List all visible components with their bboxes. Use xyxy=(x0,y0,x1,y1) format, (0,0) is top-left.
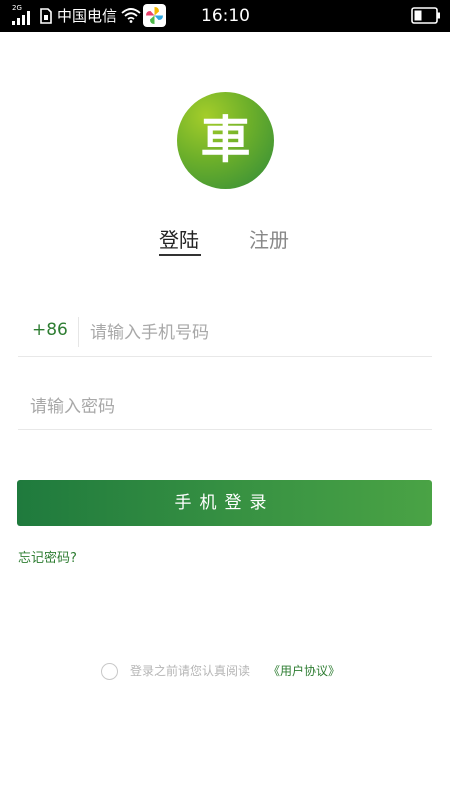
forgot-password-link[interactable]: 忘记密码? xyxy=(18,550,77,568)
divider xyxy=(18,356,432,357)
divider xyxy=(18,429,432,430)
user-agreement-link[interactable]: 《用户协议》 xyxy=(268,663,340,679)
country-code-selector[interactable]: +86 xyxy=(32,318,68,342)
agreement-radio[interactable] xyxy=(101,663,118,680)
carrier-label: 中国电信 xyxy=(57,7,118,25)
tab-login[interactable]: 登陆 xyxy=(159,226,199,254)
divider xyxy=(78,317,79,347)
active-tab-indicator xyxy=(159,254,201,256)
phone-number-input[interactable] xyxy=(90,318,420,348)
clock-time: 16:10 xyxy=(201,6,250,26)
phone-login-button[interactable]: 手机登录 xyxy=(17,480,432,526)
password-input[interactable] xyxy=(30,392,430,422)
signal-icon xyxy=(12,10,34,29)
tab-register[interactable]: 注册 xyxy=(249,226,289,254)
sim-card-icon xyxy=(39,8,53,28)
wifi-icon xyxy=(121,7,141,27)
car-logo-icon: 車 xyxy=(200,111,251,169)
status-bar: 2G 中国电信 16:10 xyxy=(0,0,450,32)
app-logo: 車 xyxy=(177,92,274,189)
battery-icon xyxy=(411,7,441,28)
agreement-text: 登录之前请您认真阅读 xyxy=(130,664,251,678)
pinwheel-app-icon xyxy=(143,4,166,27)
